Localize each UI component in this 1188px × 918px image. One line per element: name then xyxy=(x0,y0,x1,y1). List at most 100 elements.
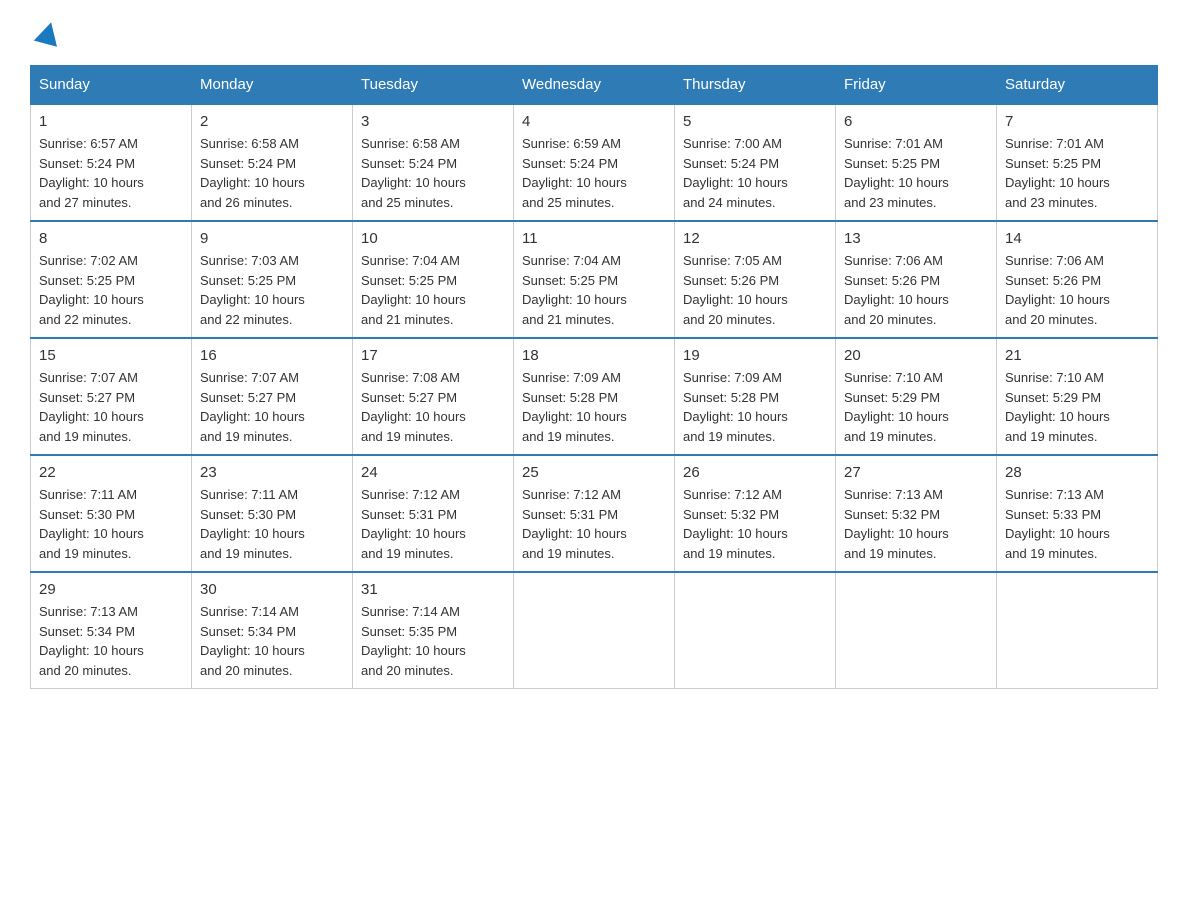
day-number: 31 xyxy=(361,581,505,598)
day-number: 20 xyxy=(844,347,988,364)
week-row-2: 8 Sunrise: 7:02 AMSunset: 5:25 PMDaylight… xyxy=(31,221,1158,338)
column-header-friday: Friday xyxy=(836,66,997,105)
day-info: Sunrise: 7:11 AMSunset: 5:30 PMDaylight:… xyxy=(39,485,183,563)
day-info: Sunrise: 7:01 AMSunset: 5:25 PMDaylight:… xyxy=(1005,134,1149,212)
day-info: Sunrise: 6:59 AMSunset: 5:24 PMDaylight:… xyxy=(522,134,666,212)
calendar-cell xyxy=(675,572,836,689)
calendar-cell: 9 Sunrise: 7:03 AMSunset: 5:25 PMDaylight… xyxy=(192,221,353,338)
day-number: 7 xyxy=(1005,113,1149,130)
day-info: Sunrise: 6:58 AMSunset: 5:24 PMDaylight:… xyxy=(200,134,344,212)
calendar-cell xyxy=(514,572,675,689)
day-info: Sunrise: 7:10 AMSunset: 5:29 PMDaylight:… xyxy=(1005,368,1149,446)
day-info: Sunrise: 7:00 AMSunset: 5:24 PMDaylight:… xyxy=(683,134,827,212)
calendar-header-row: SundayMondayTuesdayWednesdayThursdayFrid… xyxy=(31,66,1158,105)
day-info: Sunrise: 7:10 AMSunset: 5:29 PMDaylight:… xyxy=(844,368,988,446)
day-number: 15 xyxy=(39,347,183,364)
logo xyxy=(30,20,62,45)
day-info: Sunrise: 7:06 AMSunset: 5:26 PMDaylight:… xyxy=(1005,251,1149,329)
calendar-cell: 10 Sunrise: 7:04 AMSunset: 5:25 PMDayligh… xyxy=(353,221,514,338)
day-number: 30 xyxy=(200,581,344,598)
day-number: 17 xyxy=(361,347,505,364)
calendar-body: 1 Sunrise: 6:57 AMSunset: 5:24 PMDaylight… xyxy=(31,104,1158,689)
day-number: 11 xyxy=(522,230,666,247)
column-header-monday: Monday xyxy=(192,66,353,105)
day-info: Sunrise: 7:09 AMSunset: 5:28 PMDaylight:… xyxy=(683,368,827,446)
day-number: 4 xyxy=(522,113,666,130)
calendar-cell: 31 Sunrise: 7:14 AMSunset: 5:35 PMDayligh… xyxy=(353,572,514,689)
day-info: Sunrise: 6:58 AMSunset: 5:24 PMDaylight:… xyxy=(361,134,505,212)
day-info: Sunrise: 7:12 AMSunset: 5:31 PMDaylight:… xyxy=(522,485,666,563)
calendar-cell: 23Sunrise: 7:11 AMSunset: 5:30 PMDayligh… xyxy=(192,455,353,572)
day-number: 22 xyxy=(39,464,183,481)
day-number: 21 xyxy=(1005,347,1149,364)
column-header-sunday: Sunday xyxy=(31,66,192,105)
week-row-3: 15 Sunrise: 7:07 AMSunset: 5:27 PMDayligh… xyxy=(31,338,1158,455)
calendar-cell: 5Sunrise: 7:00 AMSunset: 5:24 PMDaylight… xyxy=(675,104,836,221)
day-info: Sunrise: 7:07 AMSunset: 5:27 PMDaylight:… xyxy=(39,368,183,446)
calendar-cell: 14Sunrise: 7:06 AMSunset: 5:26 PMDayligh… xyxy=(997,221,1158,338)
calendar-cell: 25 Sunrise: 7:12 AMSunset: 5:31 PMDayligh… xyxy=(514,455,675,572)
day-info: Sunrise: 7:06 AMSunset: 5:26 PMDaylight:… xyxy=(844,251,988,329)
day-info: Sunrise: 7:04 AMSunset: 5:25 PMDaylight:… xyxy=(522,251,666,329)
day-number: 24 xyxy=(361,464,505,481)
day-number: 9 xyxy=(200,230,344,247)
calendar-cell: 26 Sunrise: 7:12 AMSunset: 5:32 PMDayligh… xyxy=(675,455,836,572)
day-number: 1 xyxy=(39,113,183,130)
day-number: 16 xyxy=(200,347,344,364)
day-number: 13 xyxy=(844,230,988,247)
week-row-1: 1 Sunrise: 6:57 AMSunset: 5:24 PMDaylight… xyxy=(31,104,1158,221)
day-number: 28 xyxy=(1005,464,1149,481)
day-info: Sunrise: 7:09 AMSunset: 5:28 PMDaylight:… xyxy=(522,368,666,446)
calendar-cell: 19 Sunrise: 7:09 AMSunset: 5:28 PMDayligh… xyxy=(675,338,836,455)
day-number: 26 xyxy=(683,464,827,481)
day-info: Sunrise: 7:14 AMSunset: 5:35 PMDaylight:… xyxy=(361,602,505,680)
day-number: 25 xyxy=(522,464,666,481)
calendar-cell: 7 Sunrise: 7:01 AMSunset: 5:25 PMDaylight… xyxy=(997,104,1158,221)
day-number: 19 xyxy=(683,347,827,364)
column-header-tuesday: Tuesday xyxy=(353,66,514,105)
day-info: Sunrise: 7:11 AMSunset: 5:30 PMDaylight:… xyxy=(200,485,344,563)
day-number: 10 xyxy=(361,230,505,247)
day-info: Sunrise: 7:02 AMSunset: 5:25 PMDaylight:… xyxy=(39,251,183,329)
calendar-cell: 13 Sunrise: 7:06 AMSunset: 5:26 PMDayligh… xyxy=(836,221,997,338)
day-info: Sunrise: 6:57 AMSunset: 5:24 PMDaylight:… xyxy=(39,134,183,212)
day-number: 27 xyxy=(844,464,988,481)
day-info: Sunrise: 7:13 AMSunset: 5:32 PMDaylight:… xyxy=(844,485,988,563)
day-number: 6 xyxy=(844,113,988,130)
column-header-thursday: Thursday xyxy=(675,66,836,105)
day-info: Sunrise: 7:05 AMSunset: 5:26 PMDaylight:… xyxy=(683,251,827,329)
calendar-cell: 22 Sunrise: 7:11 AMSunset: 5:30 PMDayligh… xyxy=(31,455,192,572)
calendar-table: SundayMondayTuesdayWednesdayThursdayFrid… xyxy=(30,65,1158,689)
column-header-saturday: Saturday xyxy=(997,66,1158,105)
calendar-cell: 15 Sunrise: 7:07 AMSunset: 5:27 PMDayligh… xyxy=(31,338,192,455)
logo-triangle-icon xyxy=(34,20,62,48)
column-header-wednesday: Wednesday xyxy=(514,66,675,105)
calendar-cell: 21 Sunrise: 7:10 AMSunset: 5:29 PMDayligh… xyxy=(997,338,1158,455)
day-info: Sunrise: 7:04 AMSunset: 5:25 PMDaylight:… xyxy=(361,251,505,329)
calendar-cell: 12 Sunrise: 7:05 AMSunset: 5:26 PMDayligh… xyxy=(675,221,836,338)
calendar-cell: 18 Sunrise: 7:09 AMSunset: 5:28 PMDayligh… xyxy=(514,338,675,455)
calendar-cell: 2Sunrise: 6:58 AMSunset: 5:24 PMDaylight… xyxy=(192,104,353,221)
day-info: Sunrise: 7:12 AMSunset: 5:32 PMDaylight:… xyxy=(683,485,827,563)
day-info: Sunrise: 7:01 AMSunset: 5:25 PMDaylight:… xyxy=(844,134,988,212)
day-number: 12 xyxy=(683,230,827,247)
day-info: Sunrise: 7:13 AMSunset: 5:34 PMDaylight:… xyxy=(39,602,183,680)
day-info: Sunrise: 7:07 AMSunset: 5:27 PMDaylight:… xyxy=(200,368,344,446)
calendar-cell xyxy=(836,572,997,689)
calendar-cell: 1 Sunrise: 6:57 AMSunset: 5:24 PMDaylight… xyxy=(31,104,192,221)
day-number: 8 xyxy=(39,230,183,247)
day-number: 18 xyxy=(522,347,666,364)
calendar-cell: 8 Sunrise: 7:02 AMSunset: 5:25 PMDaylight… xyxy=(31,221,192,338)
calendar-cell: 6 Sunrise: 7:01 AMSunset: 5:25 PMDaylight… xyxy=(836,104,997,221)
calendar-cell xyxy=(997,572,1158,689)
day-info: Sunrise: 7:03 AMSunset: 5:25 PMDaylight:… xyxy=(200,251,344,329)
day-info: Sunrise: 7:12 AMSunset: 5:31 PMDaylight:… xyxy=(361,485,505,563)
day-info: Sunrise: 7:14 AMSunset: 5:34 PMDaylight:… xyxy=(200,602,344,680)
day-info: Sunrise: 7:08 AMSunset: 5:27 PMDaylight:… xyxy=(361,368,505,446)
calendar-cell: 17 Sunrise: 7:08 AMSunset: 5:27 PMDayligh… xyxy=(353,338,514,455)
calendar-cell: 16 Sunrise: 7:07 AMSunset: 5:27 PMDayligh… xyxy=(192,338,353,455)
calendar-cell: 24 Sunrise: 7:12 AMSunset: 5:31 PMDayligh… xyxy=(353,455,514,572)
calendar-cell: 27 Sunrise: 7:13 AMSunset: 5:32 PMDayligh… xyxy=(836,455,997,572)
week-row-4: 22 Sunrise: 7:11 AMSunset: 5:30 PMDayligh… xyxy=(31,455,1158,572)
week-row-5: 29Sunrise: 7:13 AMSunset: 5:34 PMDayligh… xyxy=(31,572,1158,689)
